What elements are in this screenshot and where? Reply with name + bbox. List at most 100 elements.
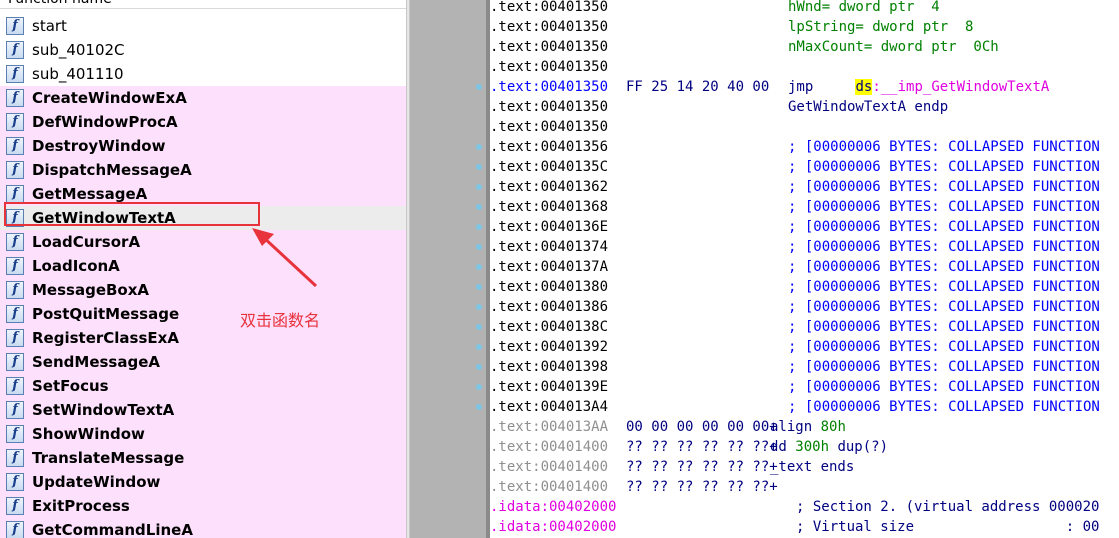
listing-line[interactable]: .text:0040136E ; [00000006 BYTES: COLLAPS… [490,217,1119,237]
function-icon: f [6,329,24,347]
function-item[interactable]: f LoadCursorA [0,230,406,254]
function-name: UpdateWindow [32,473,161,491]
disassembly-listing: .text:00401350 hWnd= dword ptr 4 .text:004… [490,0,1119,538]
line-instruction: ; [00000006 BYTES: COLLAPSED FUNCTION [788,139,1100,155]
gutter [410,0,486,538]
function-item[interactable]: f ExitProcess [0,494,406,518]
instruction-operand: 80h [820,419,846,435]
function-item[interactable]: f TranslateMessage [0,446,406,470]
listing-line[interactable]: .text:004013A4 ; [00000006 BYTES: COLLAPS… [490,397,1119,417]
listing-line[interactable]: .idata:00402000 ; Section 2. (virtual add… [490,497,1119,517]
line-bytes: ?? ?? ?? ?? ?? ??+ [626,479,778,495]
listing-line[interactable]: .text:00401400 ?? ?? ?? ?? ?? ??+ dd 300h … [490,437,1119,457]
function-item[interactable]: f DispatchMessageA [0,158,406,182]
line-address: .text:0040138C [490,319,609,335]
listing-line[interactable]: .text:00401380 ; [00000006 BYTES: COLLAPS… [490,277,1119,297]
breakpoint-dot-icon [476,224,482,230]
listing-line[interactable]: .text:0040135C ; [00000006 BYTES: COLLAPS… [490,157,1119,177]
function-item[interactable]: f SetFocus [0,374,406,398]
breakpoint-dot-icon [476,184,482,190]
line-instruction: hWnd= dword ptr 4 [788,0,940,15]
listing-line[interactable]: .text:00401392 ; [00000006 BYTES: COLLAPS… [490,337,1119,357]
function-item[interactable]: f GetMessageA [0,182,406,206]
function-icon: f [6,281,24,299]
function-item[interactable]: f UpdateWindow [0,470,406,494]
function-icon: f [6,425,24,443]
line-address: .text:00401350 [490,39,609,55]
line-address: .text:00401386 [490,299,609,315]
line-address: .idata:00402000 [490,519,617,535]
listing-line[interactable]: .idata:00402000 ; Virtual size : 00 [490,517,1119,537]
listing-line[interactable]: .text:00401368 ; [00000006 BYTES: COLLAPS… [490,197,1119,217]
line-address: .text:004013AA [490,419,609,435]
instruction-mnemonic: dd [770,439,787,455]
listing-line[interactable]: .text:00401398 ; [00000006 BYTES: COLLAPS… [490,357,1119,377]
disassembly-view[interactable]: .text:00401350 hWnd= dword ptr 4 .text:004… [410,0,1119,538]
line-address: .text:00401400 [490,439,609,455]
listing-line[interactable]: .text:00401350 FF 25 14 20 40 00 jmp ds:__… [490,77,1119,97]
listing-line[interactable]: .text:00401400 ?? ?? ?? ?? ?? ??+ [490,477,1119,497]
listing-line[interactable]: .text:00401350 GetWindowTextA endp [490,97,1119,117]
function-item[interactable]: f DefWindowProcA [0,110,406,134]
line-instruction: jmp ds:__imp_GetWindowTextA [788,77,1049,97]
function-icon: f [6,353,24,371]
line-address: .text:00401400 [490,459,609,475]
function-item[interactable]: f RegisterClassExA [0,326,406,350]
function-item[interactable]: f LoadIconA [0,254,406,278]
function-item[interactable]: f ShowWindow [0,422,406,446]
line-instruction: ; Section 2. (virtual address 000020 [796,499,1100,515]
function-item[interactable]: f sub_40102C [0,38,406,62]
listing-line[interactable]: .text:00401362 ; [00000006 BYTES: COLLAPS… [490,177,1119,197]
listing-line[interactable]: .text:00401350 [490,57,1119,77]
line-instruction: nMaxCount= dword ptr 0Ch [788,39,999,55]
function-name: DispatchMessageA [32,161,192,179]
function-item[interactable]: f SendMessageA [0,350,406,374]
function-name: RegisterClassExA [32,329,179,347]
function-item[interactable]: f GetWindowTextA [0,206,406,230]
line-address: .text:00401350 [490,19,609,35]
function-item[interactable]: f CreateWindowExA [0,86,406,110]
listing-line[interactable]: .text:00401350 hWnd= dword ptr 4 [490,0,1119,17]
function-item[interactable]: f DestroyWindow [0,134,406,158]
function-icon: f [6,185,24,203]
breakpoint-dot-icon [476,384,482,390]
listing-line[interactable]: .text:0040138C ; [00000006 BYTES: COLLAPS… [490,317,1119,337]
listing-line[interactable]: .text:00401374 ; [00000006 BYTES: COLLAPS… [490,237,1119,257]
line-bytes: 00 00 00 00 00 00+ [626,419,778,435]
function-icon: f [6,89,24,107]
listing-line[interactable]: .text:004013AA 00 00 00 00 00 00+ align 80… [490,417,1119,437]
listing-line[interactable]: .text:0040137A ; [00000006 BYTES: COLLAPS… [490,257,1119,277]
line-bytes: ?? ?? ?? ?? ?? ??+ [626,439,778,455]
line-instruction: lpString= dword ptr 8 [788,19,974,35]
breakpoint-dot-icon [476,324,482,330]
breakpoint-dot-icon [476,144,482,150]
line-bytes: FF 25 14 20 40 00 [626,79,770,95]
function-name: TranslateMessage [32,449,185,467]
breakpoint-dot-icon [476,84,482,90]
line-address: .text:00401368 [490,199,609,215]
listing-line[interactable]: .text:00401350 nMaxCount= dword ptr 0Ch [490,37,1119,57]
functions-header[interactable]: Function name [0,0,406,9]
listing-line[interactable]: .text:00401386 ; [00000006 BYTES: COLLAPS… [490,297,1119,317]
function-name: GetMessageA [32,185,148,203]
line-address: .text:00401380 [490,279,609,295]
function-name: SetFocus [32,377,109,395]
listing-line[interactable]: .text:00401350 lpString= dword ptr 8 [490,17,1119,37]
listing-line[interactable]: .text:00401356 ; [00000006 BYTES: COLLAPS… [490,137,1119,157]
function-name: PostQuitMessage [32,305,180,323]
function-item[interactable]: f start [0,14,406,38]
function-item[interactable]: f MessageBoxA [0,278,406,302]
listing-line[interactable]: .text:00401350 [490,117,1119,137]
listing-line[interactable]: .text:00401400 ?? ?? ?? ?? ?? ??+ _text en… [490,457,1119,477]
function-item[interactable]: f sub_401110 [0,62,406,86]
listing-line[interactable]: .text:0040139E ; [00000006 BYTES: COLLAPS… [490,377,1119,397]
line-address: .text:00401350 [490,119,609,135]
line-instruction: ; [00000006 BYTES: COLLAPSED FUNCTION [788,319,1100,335]
line-address: .text:00401392 [490,339,609,355]
function-item[interactable]: f SetWindowTextA [0,398,406,422]
breakpoint-dot-icon [476,344,482,350]
function-item[interactable]: f PostQuitMessage [0,302,406,326]
function-item[interactable]: f GetCommandLineA [0,518,406,538]
line-address: .text:0040139E [490,379,609,395]
line-instruction: ; [00000006 BYTES: COLLAPSED FUNCTION [788,299,1100,315]
